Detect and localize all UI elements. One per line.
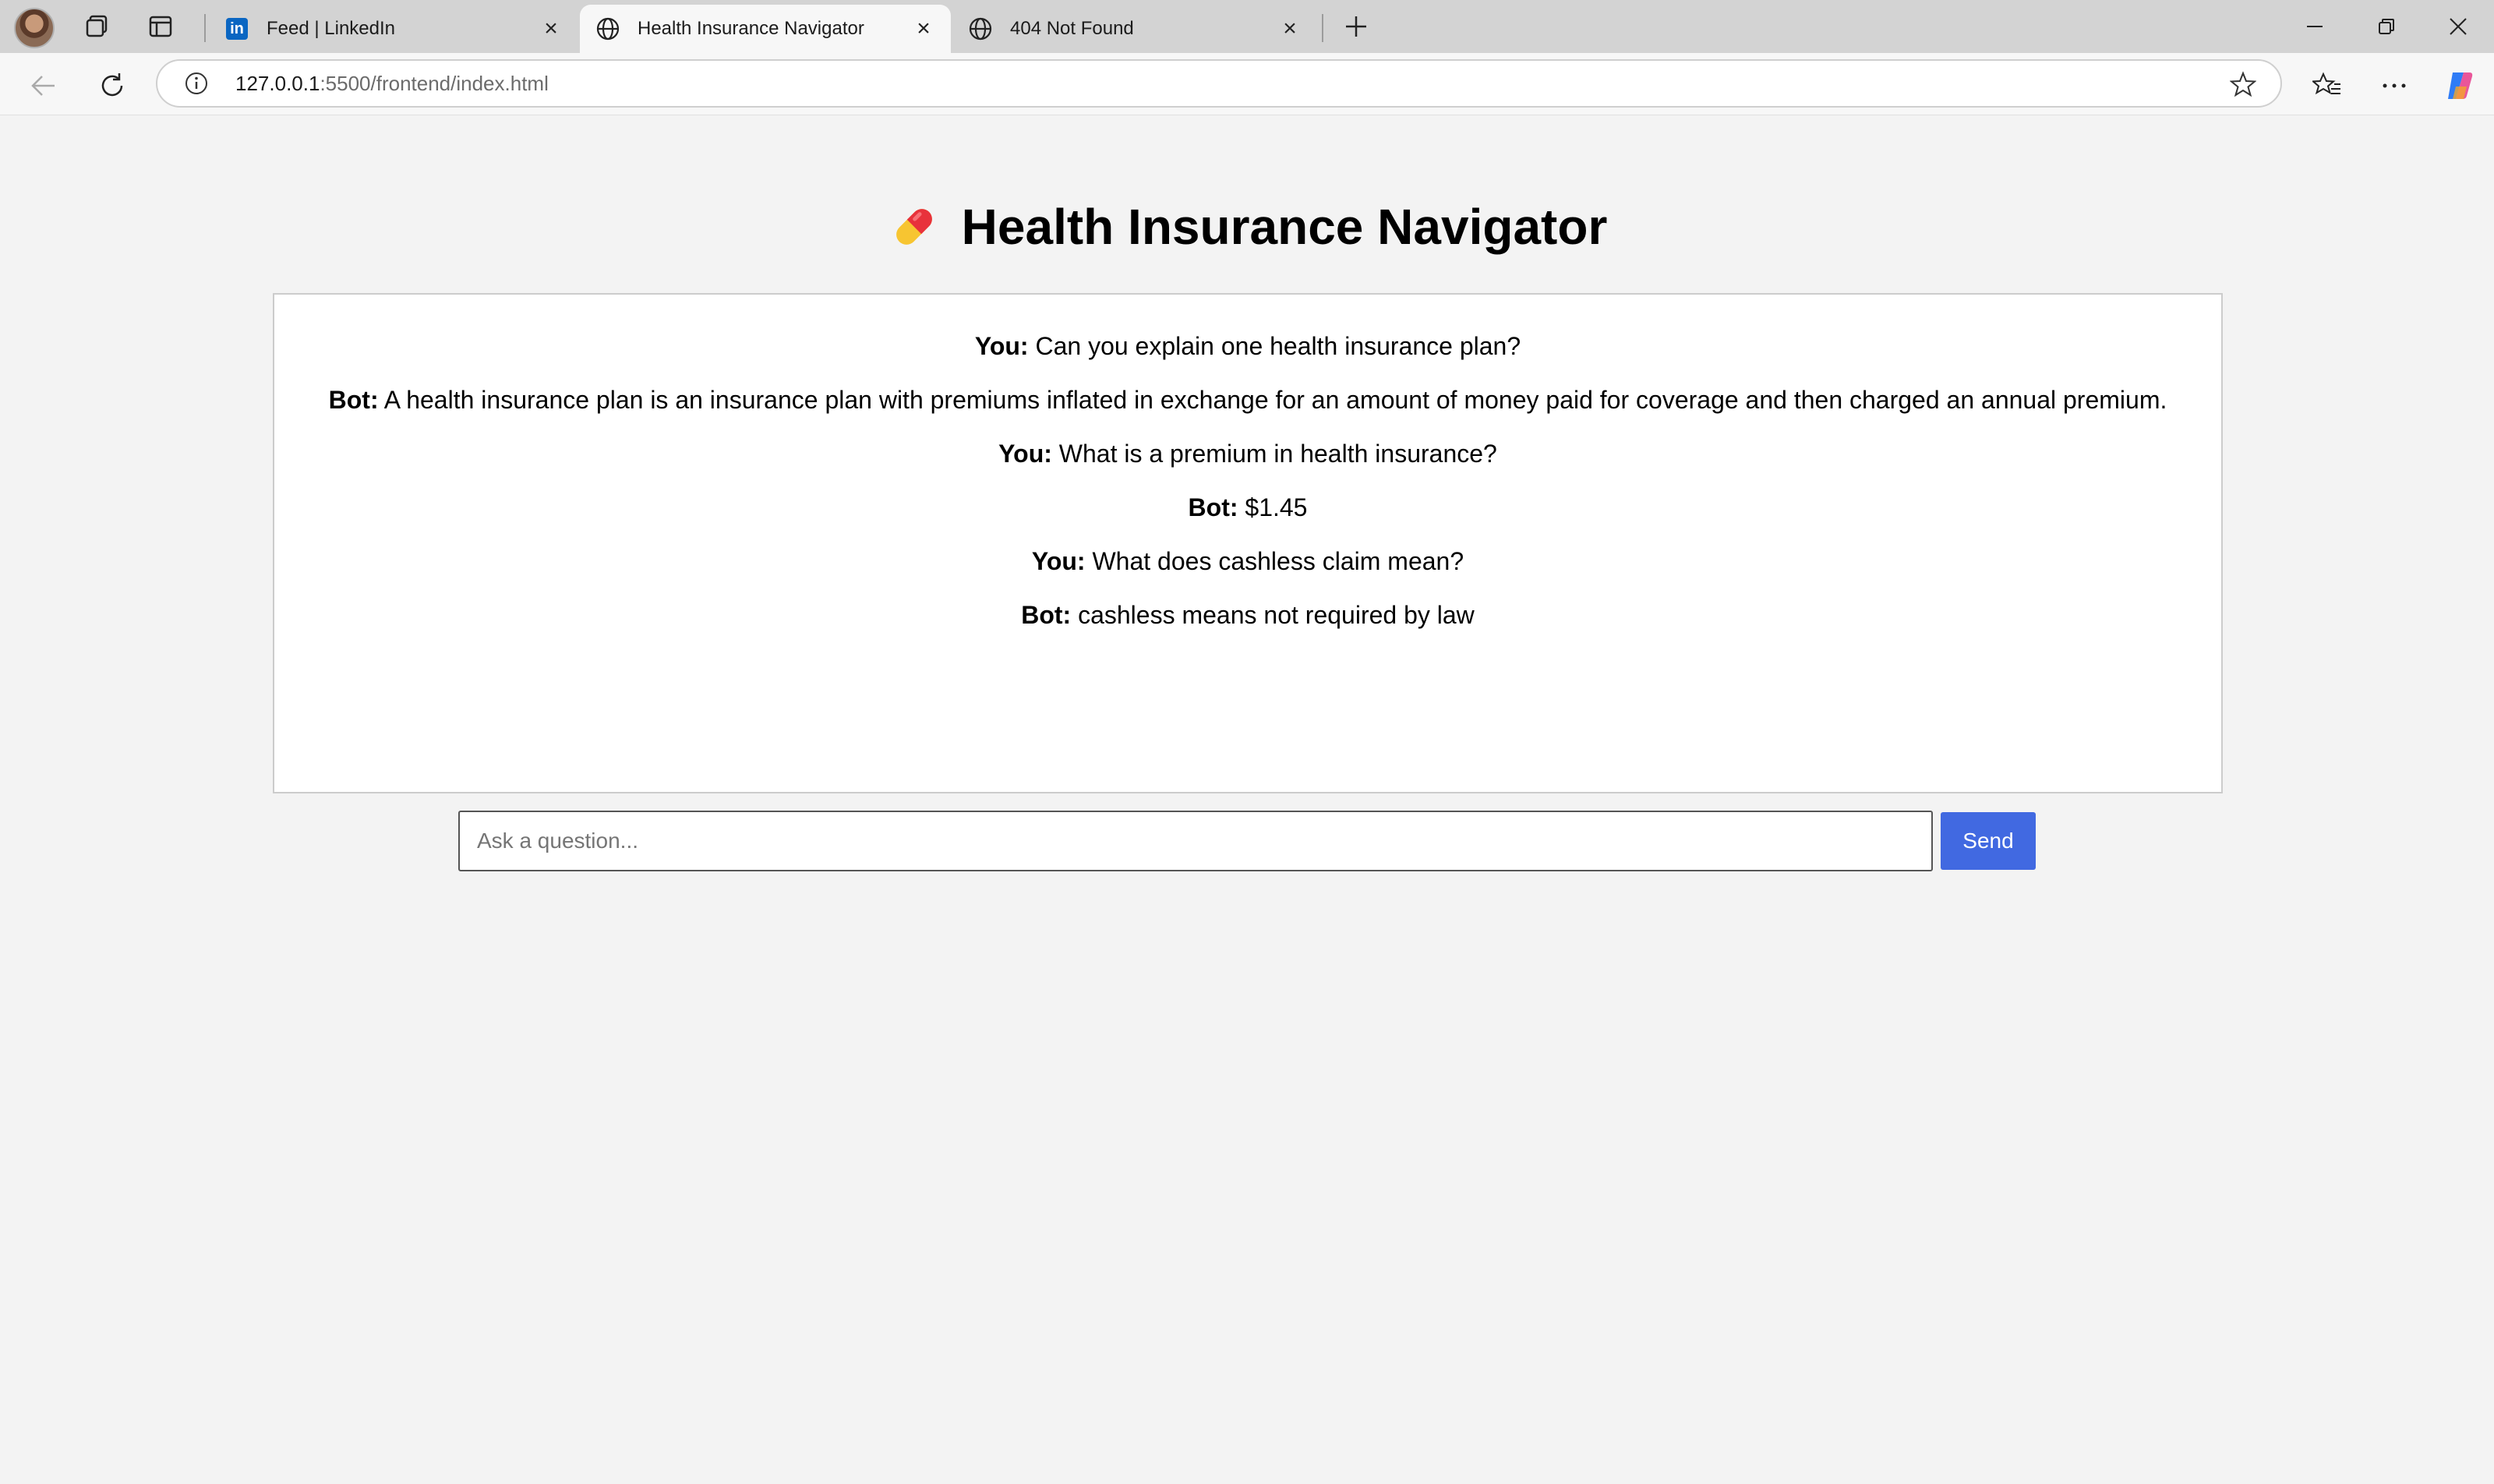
question-input[interactable] [458,811,1933,871]
chat-message-bot: Bot: $1.45 [274,492,2221,523]
address-bar[interactable]: 127.0.0.1:5500/frontend/index.html [156,59,2282,108]
restore-button[interactable] [2351,0,2422,53]
chat-message-bot: Bot: cashless means not required by law [274,599,2221,631]
tab-linkedin[interactable]: in Feed | LinkedIn × [209,5,578,53]
chat-box: You: Can you explain one health insuranc… [273,293,2223,793]
minimize-icon [2307,26,2323,27]
tab-health-insurance-navigator[interactable]: Health Insurance Navigator × [580,5,951,53]
refresh-button[interactable] [92,65,132,106]
navigation-bar: 127.0.0.1:5500/frontend/index.html [0,53,2494,115]
speaker-label: You: [974,332,1029,360]
more-button[interactable] [2374,65,2415,106]
tab-title: 404 Not Found [1010,18,1134,39]
linkedin-icon: in [224,16,249,41]
more-icon [2383,83,2406,88]
close-icon[interactable]: × [912,16,935,41]
page-content: Health Insurance Navigator You: Can you … [6,115,2488,1478]
vertical-tabs-icon[interactable] [142,8,179,45]
favorites-button[interactable] [2307,65,2347,106]
close-icon [2450,18,2467,35]
tab-separator [204,14,206,42]
url-text: 127.0.0.1:5500/frontend/index.html [235,72,549,96]
speaker-label: You: [998,440,1052,468]
tab-title: Feed | LinkedIn [267,18,396,39]
message-text: What is a premium in health insurance? [1058,440,1497,468]
speaker-label: Bot: [1188,493,1238,521]
arrow-left-icon [31,76,55,96]
profile-avatar[interactable] [14,8,55,48]
speaker-label: Bot: [1021,601,1072,629]
info-icon[interactable] [181,68,212,99]
message-text: A health insurance plan is an insurance … [383,386,2167,414]
new-tab-button[interactable] [1337,8,1375,45]
chat-message-user: You: Can you explain one health insuranc… [274,330,2221,362]
minimize-button[interactable] [2279,0,2351,53]
speaker-label: Bot: [328,386,379,414]
tab-separator [1322,14,1323,42]
globe-icon [968,16,993,41]
star-icon[interactable] [2227,69,2259,100]
tab-404-not-found[interactable]: 404 Not Found × [952,5,1317,53]
close-icon[interactable]: × [539,16,563,41]
restore-icon [2379,19,2394,34]
workspaces-icon[interactable] [78,8,115,45]
pill-icon [896,209,932,245]
close-window-button[interactable] [2422,0,2494,53]
send-button[interactable]: Send [1941,812,2036,870]
app-title: Health Insurance Navigator [961,199,1608,255]
chat-message-user: You: What does cashless claim mean? [274,546,2221,577]
message-text: What does cashless claim mean? [1092,547,1464,575]
message-text: Can you explain one health insurance pla… [1035,332,1521,360]
tab-title: Health Insurance Navigator [638,18,864,39]
close-icon[interactable]: × [1278,16,1302,41]
copilot-button[interactable] [2439,65,2480,106]
favorites-icon [2312,72,2340,95]
page-title: Health Insurance Navigator [6,198,2488,256]
message-text: $1.45 [1245,493,1308,521]
speaker-label: You: [1031,547,1086,575]
tab-strip: in Feed | LinkedIn × Health Insurance Na… [0,0,2494,53]
chat-message-bot: Bot: A health insurance plan is an insur… [274,384,2221,415]
message-text: cashless means not required by law [1078,601,1475,629]
back-button[interactable] [23,65,64,106]
copilot-icon [2448,72,2473,99]
plus-icon [1346,16,1366,37]
question-form: Send [458,811,2036,871]
refresh-icon [101,73,123,97]
chat-message-user: You: What is a premium in health insuran… [274,438,2221,469]
globe-icon [595,16,620,41]
url-host: 127.0.0.1 [235,71,320,95]
url-path: :5500/frontend/index.html [320,71,549,95]
